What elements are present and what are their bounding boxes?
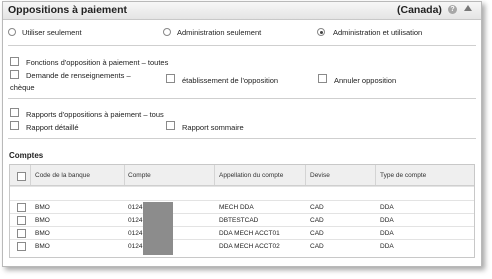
account-name-cell: DBTESTCAD: [219, 217, 259, 224]
stop-payments-panel: Oppositions à paiement (Canada) ? Utilis…: [2, 1, 482, 267]
account-cell: 0124: [128, 204, 143, 211]
account-name-cell: MECH DDA: [219, 204, 254, 211]
radio-use-only[interactable]: [8, 28, 16, 36]
accounts-table: Code de la banque Compte Appellation du …: [9, 164, 475, 258]
checkbox-summary-report[interactable]: [166, 121, 175, 130]
row-checkbox[interactable]: [17, 216, 26, 225]
summary-report-label: Rapport sommaire: [182, 123, 244, 132]
bank-code-cell: BMO: [35, 217, 50, 224]
table-row[interactable]: BMO 0124 DDA MECH ACCT01 CAD DDA: [10, 226, 474, 240]
column-account[interactable]: Compte: [128, 172, 151, 179]
collapse-icon[interactable]: [464, 5, 472, 11]
column-currency[interactable]: Devise: [310, 172, 330, 179]
region-label: (Canada): [397, 4, 442, 16]
table-header: Code de la banque Compte Appellation du …: [10, 165, 474, 186]
column-bank-code[interactable]: Code de la banque: [35, 172, 90, 179]
account-name-cell: DDA MECH ACCT02: [219, 243, 280, 250]
row-checkbox[interactable]: [17, 229, 26, 238]
functions-all-label: Fonctions d'opposition à paiement – tout…: [26, 58, 169, 67]
checkbox-establish[interactable]: [166, 74, 175, 83]
account-type-cell: DDA: [380, 230, 394, 237]
divider: [8, 98, 476, 99]
bank-code-cell: BMO: [35, 243, 50, 250]
radio-admin-and-use[interactable]: [317, 28, 325, 36]
redacted-account-numbers: [143, 202, 173, 255]
account-type-cell: DDA: [380, 243, 394, 250]
account-type-cell: DDA: [380, 217, 394, 224]
column-account-type[interactable]: Type de compte: [380, 172, 426, 179]
account-name-cell: DDA MECH ACCT01: [219, 230, 280, 237]
currency-cell: CAD: [310, 204, 324, 211]
detailed-report-label: Rapport détaillé: [26, 123, 79, 132]
account-cell: 0124: [128, 243, 143, 250]
radio-admin-only[interactable]: [163, 28, 171, 36]
panel-title: Oppositions à paiement: [8, 4, 128, 16]
row-checkbox[interactable]: [17, 203, 26, 212]
bank-code-cell: BMO: [35, 204, 50, 211]
account-type-cell: DDA: [380, 204, 394, 211]
inquiry-label-line1: Demande de renseignements –: [26, 71, 131, 80]
checkbox-inquiry[interactable]: [10, 70, 19, 79]
reports-all-label: Rapports d'oppositions à paiement – tous: [26, 110, 164, 119]
table-row[interactable]: BMO 0124 MECH DDA CAD DDA: [10, 200, 474, 214]
divider: [8, 45, 476, 46]
filter-row: [10, 186, 474, 200]
checkbox-cancel[interactable]: [318, 74, 327, 83]
bank-code-cell: BMO: [35, 230, 50, 237]
currency-cell: CAD: [310, 243, 324, 250]
account-cell: 0124: [128, 217, 143, 224]
inquiry-label-line2: chèque: [10, 83, 35, 92]
panel-header: Oppositions à paiement (Canada) ?: [3, 2, 481, 20]
currency-cell: CAD: [310, 217, 324, 224]
accounts-section-title: Comptes: [9, 151, 44, 160]
checkbox-select-all[interactable]: [17, 172, 26, 181]
radio-admin-only-label: Administration seulement: [177, 28, 262, 37]
cancel-label: Annuler opposition: [334, 76, 397, 85]
table-row[interactable]: BMO 0124 DBTESTCAD CAD DDA: [10, 213, 474, 227]
account-cell: 0124: [128, 230, 143, 237]
radio-admin-and-use-label: Administration et utilisation: [333, 28, 423, 37]
checkbox-reports-all[interactable]: [10, 108, 19, 117]
row-checkbox[interactable]: [17, 242, 26, 251]
column-account-name[interactable]: Appellation du compte: [219, 172, 283, 179]
divider: [8, 138, 476, 139]
help-icon[interactable]: ?: [448, 5, 457, 14]
checkbox-detailed-report[interactable]: [10, 121, 19, 130]
radio-use-only-label: Utiliser seulement: [22, 28, 82, 37]
establish-label: établissement de l'opposition: [182, 76, 279, 85]
checkbox-functions-all[interactable]: [10, 57, 19, 66]
currency-cell: CAD: [310, 230, 324, 237]
table-row[interactable]: BMO 0124 DDA MECH ACCT02 CAD DDA: [10, 239, 474, 253]
